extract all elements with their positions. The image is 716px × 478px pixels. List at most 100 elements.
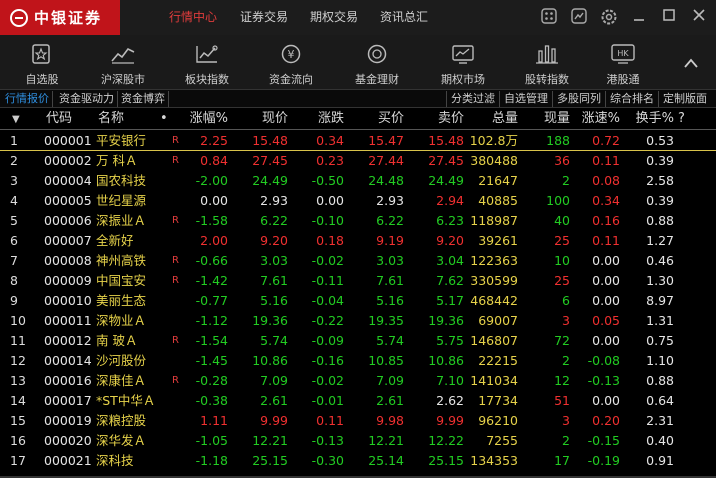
bid-value: 9.19 xyxy=(376,233,404,248)
price-value: 3.03 xyxy=(260,253,288,268)
svg-text:¥: ¥ xyxy=(288,48,295,61)
table-row[interactable]: 14 000017 *ST中华Ａ -0.38 2.61 -0.01 2.61 2.62 1773… xyxy=(0,391,716,411)
col-speed[interactable]: 涨速% xyxy=(570,110,620,128)
col-volume[interactable]: 总量 xyxy=(478,110,518,128)
tab-quote[interactable]: 行情报价 xyxy=(2,91,53,107)
speed-value: 0.34 xyxy=(592,193,620,208)
table-row[interactable]: 3 000004 国农科技 -2.00 24.49 -0.50 24.48 24.49 2164… xyxy=(0,171,716,191)
change-value: -0.50 xyxy=(311,173,344,188)
ask-value: 6.23 xyxy=(436,213,464,228)
row-index: 11 xyxy=(10,333,26,348)
volume-value: 134353 xyxy=(470,453,518,468)
table-row[interactable]: 8 000009 中国宝安 -1.42 7.61 -0.11 7.61 7.62 330599 2… xyxy=(0,271,716,291)
table-row[interactable]: 13 000016 深康佳Ａ -0.28 7.09 -0.02 7.09 7.10 141034… xyxy=(0,371,716,391)
menu-options-trading[interactable]: 期权交易 xyxy=(310,0,358,35)
change-value: 0.00 xyxy=(316,193,344,208)
table-header: ▼ 代码 名称 • 涨幅% 现价 涨跌 买价 卖价 总量 现量 涨速% 换手% … xyxy=(0,108,716,130)
ask-value: 2.62 xyxy=(436,393,464,408)
col-name[interactable]: 名称 xyxy=(98,110,124,128)
menu-market-center[interactable]: 行情中心 xyxy=(169,0,217,35)
maximize-icon[interactable] xyxy=(660,8,678,26)
row-index: 14 xyxy=(10,393,26,408)
toolbar-sh-sz-market[interactable]: 沪深股市 xyxy=(92,35,154,90)
table-row[interactable]: 16 000020 深华发Ａ -1.05 12.21 -0.13 12.21 12.22 725… xyxy=(0,431,716,451)
collapse-toolbar-button[interactable] xyxy=(684,53,698,72)
table-row[interactable]: 15 000019 深粮控股 1.11 9.99 0.11 9.98 9.99 96210 3 0.… xyxy=(0,411,716,431)
stock-name: *ST中华Ａ xyxy=(96,393,156,408)
sort-down-icon[interactable]: ▼ xyxy=(12,111,20,129)
tab-multi-stock[interactable]: 多股同列 xyxy=(552,91,605,107)
menu-securities-trading[interactable]: 证券交易 xyxy=(240,0,288,35)
window-controls xyxy=(540,8,708,26)
table-row[interactable]: 4 000005 世纪星源 0.00 2.93 0.00 2.93 2.94 40885 100 0… xyxy=(0,191,716,211)
speed-value: 0.11 xyxy=(592,153,620,168)
price-value: 7.61 xyxy=(260,273,288,288)
change-pct-value: 0.00 xyxy=(200,193,228,208)
stock-name: 国农科技 xyxy=(96,173,147,188)
table-row[interactable]: 10 000011 深物业Ａ -1.12 19.36 -0.22 19.35 19.36 690… xyxy=(0,311,716,331)
toolbar-options-market[interactable]: 期权市场 xyxy=(432,35,494,90)
layout-grid-icon[interactable] xyxy=(540,8,558,26)
options-market-icon xyxy=(452,45,474,64)
table-row[interactable]: 11 000012 南 玻Ａ -1.54 5.74 -0.09 5.74 5.75 146807… xyxy=(0,331,716,351)
col-turnover[interactable]: 换手% xyxy=(624,110,674,128)
row-index: 6 xyxy=(10,233,18,248)
change-value: -0.02 xyxy=(311,373,344,388)
turnover-value: 2.31 xyxy=(646,413,674,428)
stock-name: 万 科Ａ xyxy=(96,153,138,168)
toolbar-fund-finance[interactable]: 基金理财 xyxy=(346,35,408,90)
col-ask[interactable]: 卖价 xyxy=(424,110,464,128)
bid-value: 19.35 xyxy=(368,313,404,328)
tab-custom-layout[interactable]: 定制版面 xyxy=(658,91,711,107)
col-help[interactable]: ? xyxy=(678,110,685,128)
change-pct-value: -0.28 xyxy=(195,373,228,388)
speed-value: -0.19 xyxy=(587,453,620,468)
table-row[interactable]: 17 000021 深科技 -1.18 25.15 -0.30 25.14 25.15 1343… xyxy=(0,451,716,471)
close-icon[interactable] xyxy=(690,8,708,26)
price-value: 12.21 xyxy=(252,433,288,448)
table-row[interactable]: 2 000002 万 科Ａ 0.84 27.45 0.23 27.44 27.45 380488… xyxy=(0,151,716,171)
table-row[interactable]: 6 000007 全新好 2.00 9.20 0.18 9.19 9.20 39261 25 0.1… xyxy=(0,231,716,251)
toolbar-hk-connect[interactable]: HK 港股通 xyxy=(594,35,652,90)
table-row[interactable]: 9 000010 美丽生态 -0.77 5.16 -0.04 5.16 5.17 468442 6… xyxy=(0,291,716,311)
tab-category-filter[interactable]: 分类过滤 xyxy=(446,91,499,107)
speed-value: -0.15 xyxy=(587,433,620,448)
toolbar-watchlist[interactable]: 自选股 xyxy=(16,35,68,90)
price-value: 27.45 xyxy=(252,153,288,168)
tab-watchlist-manage[interactable]: 自选管理 xyxy=(499,91,552,107)
menu-news-center[interactable]: 资讯总汇 xyxy=(380,0,428,35)
stock-code: 000011 xyxy=(44,313,92,328)
ask-value: 7.10 xyxy=(436,373,464,388)
minimize-icon[interactable] xyxy=(630,8,648,26)
toolbar-watchlist-label: 自选股 xyxy=(25,73,59,86)
tab-fund-drive[interactable]: 资金驱动力 xyxy=(56,91,118,107)
toolbar-neeq-index[interactable]: 股转指数 xyxy=(516,35,578,90)
bid-value: 2.61 xyxy=(376,393,404,408)
table-row[interactable]: 1 000001 平安银行 2.25 15.48 0.34 15.47 15.48 102.8万… xyxy=(0,131,716,151)
price-value: 2.93 xyxy=(260,193,288,208)
change-pct-value: 1.11 xyxy=(200,413,228,428)
col-change-pct[interactable]: 涨幅% xyxy=(178,110,228,128)
table-row[interactable]: 5 000006 深振业Ａ -1.58 6.22 -0.10 6.22 6.23 118987 4… xyxy=(0,211,716,231)
toolbar-sh-sz-market-label: 沪深股市 xyxy=(101,73,145,86)
tab-overall-ranking[interactable]: 综合排名 xyxy=(605,91,658,107)
toolbar-money-flow[interactable]: ¥ 资金流向 xyxy=(260,35,322,90)
col-current-volume[interactable]: 现量 xyxy=(530,110,570,128)
col-code[interactable]: 代码 xyxy=(46,110,72,128)
table-row[interactable]: 12 000014 沙河股份 -1.45 10.86 -0.16 10.85 10.86 222… xyxy=(0,351,716,371)
col-change[interactable]: 涨跌 xyxy=(306,110,344,128)
stock-name: 世纪星源 xyxy=(96,193,147,208)
table-row[interactable]: 7 000008 神州高铁 -0.66 3.03 -0.02 3.03 3.04 122363 1… xyxy=(0,251,716,271)
settings-gear-icon[interactable] xyxy=(600,8,618,26)
tab-fund-game[interactable]: 资金博弈 xyxy=(118,91,169,107)
stock-code: 000021 xyxy=(44,453,92,468)
stock-code: 000020 xyxy=(44,433,92,448)
chart-tool-icon[interactable] xyxy=(570,8,588,26)
turnover-value: 0.46 xyxy=(646,253,674,268)
toolbar-sector-index[interactable]: 板块指数 xyxy=(176,35,238,90)
row-index: 2 xyxy=(10,153,18,168)
col-price[interactable]: 现价 xyxy=(250,110,288,128)
change-pct-value: -1.05 xyxy=(195,433,228,448)
col-bid[interactable]: 买价 xyxy=(364,110,404,128)
change-value: -0.11 xyxy=(311,273,344,288)
